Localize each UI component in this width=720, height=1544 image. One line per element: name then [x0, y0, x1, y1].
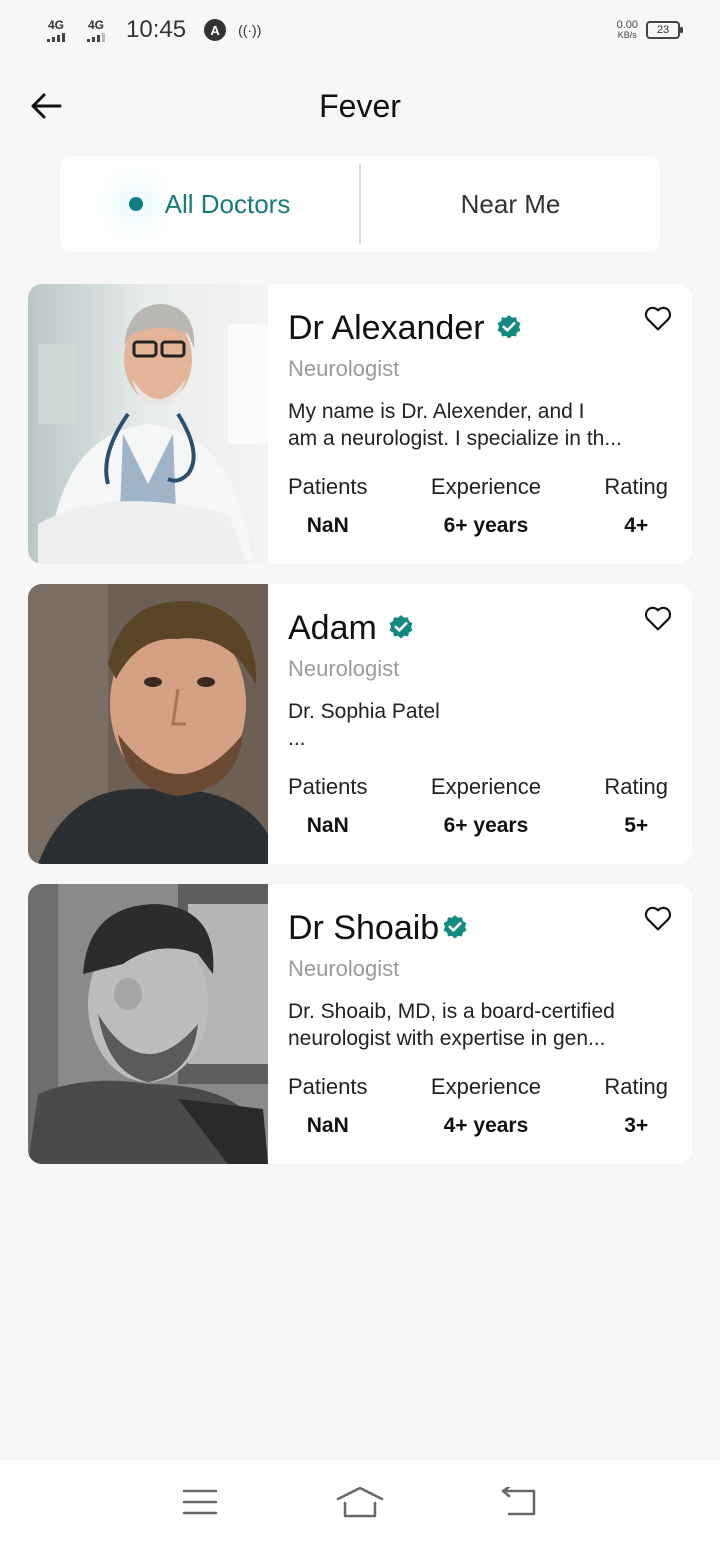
header: Fever	[0, 72, 720, 144]
network-speed: 0.00 KB/s	[616, 19, 638, 41]
stat-experience: Experience 6+ years	[431, 774, 541, 838]
signal-icon: 4G	[80, 19, 112, 42]
doctor-specialty: Neurologist	[288, 656, 400, 681]
stat-label: Experience	[430, 774, 541, 799]
stat-value: NaN	[306, 814, 349, 837]
doctor-specialty: Neurologist	[288, 356, 400, 381]
heart-outline-icon	[644, 606, 672, 631]
tab-label: Near Me	[460, 188, 561, 219]
filter-tabs: All Doctors Near Me	[60, 156, 660, 252]
tab-near-me[interactable]: Near Me	[361, 156, 660, 252]
doctor-stats: Patients NaN Experience 6+ years Rating …	[288, 774, 680, 838]
speed-unit: KB/s	[617, 30, 637, 40]
menu-button[interactable]	[170, 1477, 230, 1527]
stat-patients: Patients NaN	[288, 774, 368, 838]
stat-patients: Patients NaN	[288, 474, 368, 538]
signal-icon: 4G	[40, 19, 72, 42]
network-type: 4G	[87, 17, 104, 32]
favorite-button[interactable]	[642, 302, 674, 334]
stat-label: Experience	[430, 474, 541, 499]
hotspot-icon: ((·))	[238, 22, 262, 38]
stat-label: Patients	[288, 1074, 368, 1099]
doctor-name: Adam	[288, 608, 377, 647]
tab-label: All Doctors	[164, 188, 291, 219]
back-nav-button[interactable]	[490, 1477, 550, 1527]
verified-badge-icon	[387, 614, 415, 642]
stat-label: Rating	[604, 1074, 668, 1099]
doctor-info: Dr Shoaib Neurologist Dr. Shoaib, MD, is…	[268, 884, 692, 1164]
doctor-card[interactable]: Adam Neurologist Dr. Sophia Patel ... Pa…	[28, 584, 692, 864]
status-bar: 4G 4G 10:45 A ((·)) 0.00 KB/s 23	[0, 0, 720, 60]
doctor-info: Dr Alexander Neurologist My name is Dr. …	[268, 284, 692, 564]
network-type: 4G	[47, 17, 64, 32]
stat-label: Rating	[604, 474, 668, 499]
bio-line: neurologist with expertise in gen...	[288, 1027, 606, 1050]
stat-rating: Rating 4+	[604, 474, 668, 538]
battery-level: 23	[656, 24, 670, 36]
stat-experience: Experience 6+ years	[431, 474, 541, 538]
stat-experience: Experience 4+ years	[431, 1074, 541, 1138]
stat-patients: Patients NaN	[288, 1074, 368, 1138]
doctor-card[interactable]: Dr Shoaib Neurologist Dr. Shoaib, MD, is…	[28, 884, 692, 1164]
doctor-bio: Dr. Shoaib, MD, is a board-certified neu…	[288, 998, 680, 1052]
stat-value: 4+	[624, 514, 649, 537]
clock: 10:45	[126, 16, 187, 43]
verified-badge-icon	[441, 914, 469, 942]
page-title: Fever	[319, 88, 401, 124]
stat-value: 6+ years	[443, 814, 529, 837]
stat-value: NaN	[306, 1114, 349, 1137]
favorite-button[interactable]	[642, 902, 674, 934]
stat-value: 3+	[624, 1114, 649, 1137]
system-nav-bar	[0, 1460, 720, 1544]
stat-value: 5+	[624, 814, 649, 837]
bio-line: Dr. Shoaib, MD, is a board-certified	[288, 1000, 615, 1023]
speed-value: 0.00	[616, 19, 638, 31]
stat-label: Patients	[288, 774, 368, 799]
stat-label: Experience	[430, 1074, 541, 1099]
stat-value: 4+ years	[443, 1114, 529, 1137]
back-nav-icon	[501, 1487, 536, 1516]
active-dot-icon	[128, 197, 143, 211]
doctor-photo	[28, 584, 268, 864]
verified-badge-icon	[495, 314, 523, 342]
doctor-card[interactable]: Dr Alexander Neurologist My name is Dr. …	[28, 284, 692, 564]
bio-line: ...	[288, 727, 306, 750]
doctor-stats: Patients NaN Experience 4+ years Rating …	[288, 1074, 680, 1138]
stat-label: Rating	[604, 774, 668, 799]
stat-label: Patients	[288, 474, 368, 499]
home-button[interactable]	[330, 1477, 390, 1527]
stat-value: 6+ years	[443, 514, 529, 537]
doctor-info: Adam Neurologist Dr. Sophia Patel ... Pa…	[268, 584, 692, 864]
bio-line: My name is Dr. Alexender, and I	[288, 400, 585, 423]
doctor-name: Dr Alexander	[288, 308, 485, 347]
stat-rating: Rating 5+	[604, 774, 668, 838]
stat-value: NaN	[306, 514, 349, 537]
stat-rating: Rating 3+	[604, 1074, 668, 1138]
doctor-bio: Dr. Sophia Patel ...	[288, 698, 680, 752]
heart-outline-icon	[644, 306, 672, 331]
bio-line: am a neurologist. I specialize in th...	[288, 427, 622, 450]
favorite-button[interactable]	[642, 602, 674, 634]
doctor-bio: My name is Dr. Alexender, and I am a neu…	[288, 398, 680, 452]
doctor-photo	[28, 284, 268, 564]
battery-icon: 23	[646, 21, 683, 39]
doctor-photo	[28, 884, 268, 1164]
heart-outline-icon	[644, 906, 672, 931]
doctor-specialty: Neurologist	[288, 956, 400, 981]
home-icon	[336, 1486, 384, 1518]
tab-all-doctors[interactable]: All Doctors	[60, 156, 359, 252]
bio-line: Dr. Sophia Patel	[288, 700, 440, 723]
menu-icon	[182, 1489, 218, 1515]
doctor-stats: Patients NaN Experience 6+ years Rating …	[288, 474, 680, 538]
doctor-name: Dr Shoaib	[288, 908, 440, 947]
app-notification-icon: A	[204, 19, 227, 41]
